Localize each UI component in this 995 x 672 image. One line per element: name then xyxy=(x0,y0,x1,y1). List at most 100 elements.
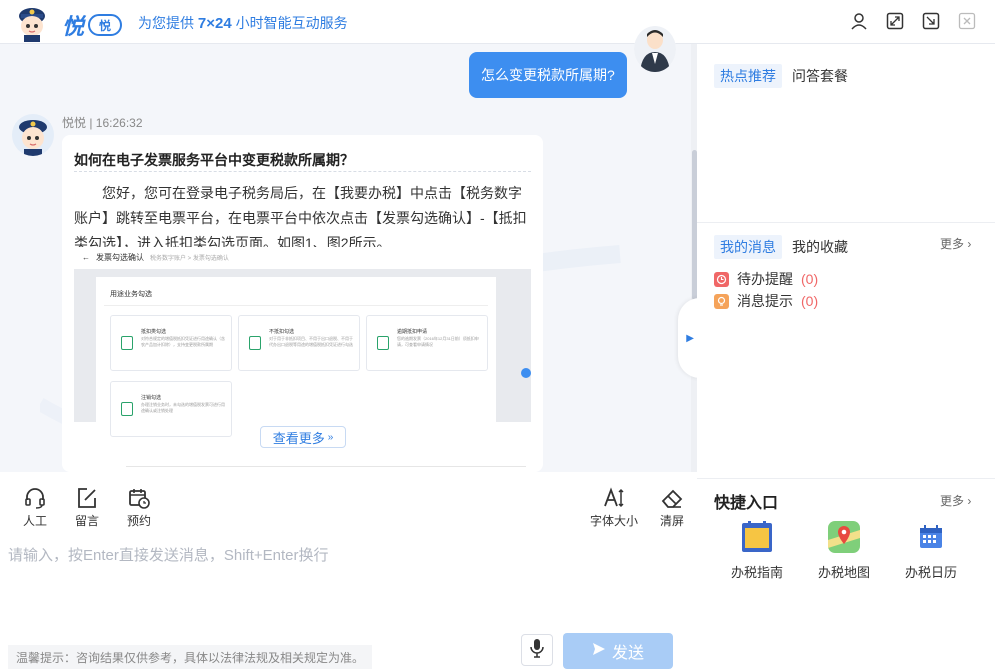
tile-title: 不抵扣勾选 xyxy=(269,329,295,335)
screenshot-tile: 抵扣类勾选 对符合规定的增值税抵扣凭证进行用途确认（含农产品加计扣除），支持变更… xyxy=(110,315,232,371)
bot-avatar xyxy=(12,114,54,156)
appointment-label: 预约 xyxy=(126,514,151,528)
screenshot-page-title: 发票勾选确认 xyxy=(96,252,144,262)
double-chevron-down-icon: » xyxy=(327,431,334,443)
quick-tax-guide[interactable]: 办税指南 xyxy=(722,520,792,581)
divider xyxy=(74,171,531,172)
document-icon xyxy=(121,402,133,416)
tax-calendar-label: 办税日历 xyxy=(904,565,957,580)
edit-icon xyxy=(75,486,99,510)
tile-desc: 您的逾期发票（2016年12月31日前）须抵扣申请，可查看申请情况 xyxy=(397,336,479,347)
chevron-right-icon: › xyxy=(967,237,972,251)
tile-desc: 对符合规定的增值税抵扣凭证进行用途确认（含农产品加计扣除），支持变更税款所属期 xyxy=(141,336,225,347)
user-message-bubble: 怎么变更税款所属期? xyxy=(469,52,627,98)
human-agent-button[interactable]: 人工 xyxy=(15,486,55,529)
microphone-icon xyxy=(529,638,545,663)
divider xyxy=(697,478,995,479)
tax-map-label: 办税地图 xyxy=(817,565,870,580)
appointment-button[interactable]: 预约 xyxy=(119,486,159,529)
screenshot-panel: 用途业务勾选 抵扣类勾选 对符合规定的增值税抵扣凭证进行用途确认（含农产品加计扣… xyxy=(96,277,496,437)
document-icon xyxy=(249,336,261,350)
brand-text: 悦 xyxy=(62,14,85,39)
user-icon[interactable] xyxy=(849,11,869,31)
tax-map-icon xyxy=(827,520,861,554)
screenshot-header: ← 发票勾选确认 税务数字账户 > 发票勾选确认 xyxy=(74,247,531,267)
voice-input-button[interactable] xyxy=(521,634,553,666)
quick-tax-map[interactable]: 办税地图 xyxy=(809,520,879,581)
clock-icon xyxy=(714,271,729,287)
leave-message-button[interactable]: 留言 xyxy=(67,486,107,529)
message-notice-count: (0) xyxy=(801,293,819,309)
tile-title: 逾期抵扣申请 xyxy=(397,329,428,335)
tab-my-favorites[interactable]: 我的收藏 xyxy=(792,237,848,257)
screenshot-breadcrumb: 税务数字账户 > 发票勾选确认 xyxy=(150,255,229,262)
help-dot-icon xyxy=(521,368,531,378)
more-label: 更多 xyxy=(940,494,965,508)
bulb-icon xyxy=(714,293,729,309)
tile-desc: 对于用于非抵扣项目、不用于出口退税、不用于代办出口退税等用途的增值税抵扣凭证进行… xyxy=(269,336,353,347)
message-notice-label: 消息提示 xyxy=(737,293,793,309)
leave-message-label: 留言 xyxy=(74,514,99,528)
tile-title: 抵扣类勾选 xyxy=(141,329,167,335)
window-controls xyxy=(849,11,977,31)
quick-tax-calendar[interactable]: 办税日历 xyxy=(896,520,966,581)
headset-icon xyxy=(23,486,47,510)
input-toolbar: 人工 留言 预约 字体大小 清屏 xyxy=(0,472,692,536)
answer-card: 如何在电子发票服务平台中变更税款所属期？ 您好，您可在登录电子税务局后，在【我要… xyxy=(62,135,543,472)
messages-more-link[interactable]: 更多 › xyxy=(940,235,971,252)
close-icon[interactable] xyxy=(957,11,977,31)
brand-badge: 悦 xyxy=(88,14,123,36)
service-tagline: 为您提供 7×24 小时智能互动服务 xyxy=(138,15,348,32)
back-arrow-icon: ← xyxy=(82,252,90,262)
font-size-icon xyxy=(602,486,626,510)
document-icon xyxy=(121,336,133,350)
screenshot-tile: 注销勾选 办理注销业务时，未勾选的增值税发票可进行用途确认或注销处理 xyxy=(110,381,232,437)
divider xyxy=(126,466,526,467)
triangle-right-icon: ▶ xyxy=(686,332,694,344)
screenshot-panel-title: 用途业务勾选 xyxy=(110,291,152,298)
clear-screen-label: 清屏 xyxy=(659,514,684,528)
document-icon xyxy=(377,336,389,350)
view-more-button[interactable]: 查看更多 » xyxy=(260,426,346,448)
tile-title: 注销勾选 xyxy=(141,395,162,401)
todo-reminder-label: 待办提醒 xyxy=(737,271,793,287)
tax-guide-icon xyxy=(740,520,774,554)
send-label: 发送 xyxy=(611,645,644,662)
quick-entry-title: 快捷入口 xyxy=(714,495,779,512)
screenshot-frame: 用途业务勾选 抵扣类勾选 对符合规定的增值税抵扣凭证进行用途确认（含农产品加计扣… xyxy=(74,269,531,437)
human-agent-label: 人工 xyxy=(22,514,47,528)
tab-qa-packages[interactable]: 问答套餐 xyxy=(792,66,848,86)
font-size-button[interactable]: 字体大小 xyxy=(590,486,638,529)
answer-title: 如何在电子发票服务平台中变更税款所属期？ xyxy=(74,152,354,168)
bot-sender-meta: 悦悦 | 16:26:32 xyxy=(62,116,143,130)
calendar-clock-icon xyxy=(127,486,151,510)
bot-mascot-icon xyxy=(19,8,45,42)
divider xyxy=(104,305,488,306)
clear-screen-button[interactable]: 清屏 xyxy=(652,486,692,529)
app-header: 悦 悦 为您提供 7×24 小时智能互动服务 xyxy=(0,0,995,44)
answer-screenshot-image[interactable]: ← 发票勾选确认 税务数字账户 > 发票勾选确认 用途业务勾选 抵扣类勾选 对符… xyxy=(74,247,531,437)
tab-my-messages[interactable]: 我的消息 xyxy=(714,235,782,259)
font-size-label: 字体大小 xyxy=(590,514,639,528)
todo-reminder-item[interactable]: 待办提醒 (0) xyxy=(714,269,818,289)
chevron-right-icon: › xyxy=(967,494,972,508)
tab-hot-recommend[interactable]: 热点推荐 xyxy=(714,64,782,88)
message-input[interactable] xyxy=(8,542,678,568)
expand-icon[interactable] xyxy=(885,11,905,31)
send-arrow-icon xyxy=(592,642,606,661)
view-more-label: 查看更多 xyxy=(272,430,325,446)
brand-logo: 悦 悦 xyxy=(62,9,123,41)
eraser-icon xyxy=(660,486,684,510)
screenshot-tile: 逾期抵扣申请 您的逾期发票（2016年12月31日前）须抵扣申请，可查看申请情况 xyxy=(366,315,488,371)
todo-reminder-count: (0) xyxy=(801,271,819,287)
minimize-to-corner-icon[interactable] xyxy=(921,11,941,31)
send-button[interactable]: 发送 xyxy=(563,633,673,669)
message-notice-item[interactable]: 消息提示 (0) xyxy=(714,291,818,311)
disclaimer-tip: 温馨提示：咨询结果仅供参考，具体以法律法规及相关规定为准。 xyxy=(8,645,373,669)
tax-calendar-icon xyxy=(914,520,948,554)
more-label: 更多 xyxy=(940,237,965,251)
message-compose-area xyxy=(0,536,692,636)
screenshot-tile: 不抵扣勾选 对于用于非抵扣项目、不用于出口退税、不用于代办出口退税等用途的增值税… xyxy=(238,315,360,371)
divider xyxy=(697,222,995,223)
quick-entry-more-link[interactable]: 更多 › xyxy=(940,492,971,509)
